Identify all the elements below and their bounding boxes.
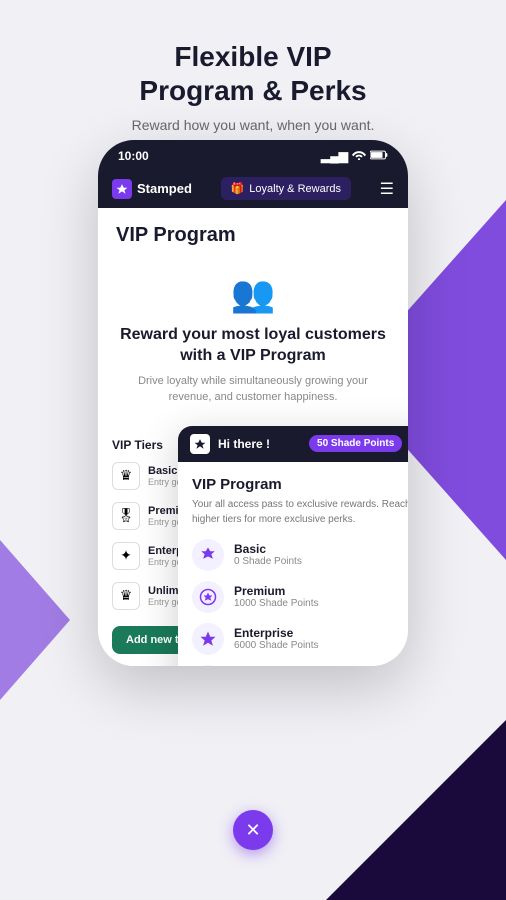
floating-close-button[interactable]: ✕ [233,810,273,850]
popup-tier-enterprise: Enterprise 6000 Shade Points [192,623,408,655]
nav-middle: 🎁 Loyalty & Rewards [200,177,372,200]
nav-logo-icon [112,179,132,199]
nav-loyalty-btn[interactable]: 🎁 Loyalty & Rewards [221,177,351,200]
popup-tier-premium: Premium 1000 Shade Points [192,581,408,613]
vip-popup: Hi there ! 50 Shade Points ✕ VIP Program… [178,426,408,666]
popup-tier-icon-unlimited [192,665,224,666]
popup-basic-name: Basic [234,542,302,556]
popup-body: VIP Program Your all access pass to excl… [178,462,408,666]
vip-hero-title: Reward your most loyal customers with a … [116,325,390,367]
nav-menu-icon[interactable]: ☰ [380,179,394,199]
header-section: Flexible VIP Program & Perks Reward how … [0,0,506,153]
popup-premium-name: Premium [234,584,319,598]
tier-icon-premium: 🎖 [112,502,140,530]
popup-tier-icon-basic [192,539,224,571]
popup-header: Hi there ! 50 Shade Points ✕ [178,426,408,462]
popup-basic-points: 0 Shade Points [234,556,302,567]
phone-mockup: 10:00 ▂▄▆ St [98,140,408,666]
popup-tier-basic: Basic 0 Shade Points [192,539,408,571]
popup-vip-desc: Your all access pass to exclusive reward… [192,497,408,527]
bg-decoration-left [0,540,70,700]
nav-loyalty-label: Loyalty & Rewards [249,183,341,195]
vip-hero-icon: 👥 [116,273,390,315]
header-subtitle: Reward how you want, when you want. [40,117,466,133]
header-title: Flexible VIP Program & Perks [40,40,466,107]
tier-icon-unlimited: ♛ [112,582,140,610]
popup-logo [190,434,210,454]
popup-points-badge: 50 Shade Points [309,435,402,452]
popup-greeting: Hi there ! [218,437,301,451]
floating-close-icon: ✕ [245,820,260,841]
popup-tier-unlimited: Unlimited 30,000 Shade Points Current [192,665,408,666]
vip-hero-desc: Drive loyalty while simultaneously growi… [116,373,390,406]
popup-enterprise-points: 6000 Shade Points [234,640,319,651]
bg-decoration-bottom [326,720,506,900]
page-title: VIP Program [116,224,390,247]
popup-enterprise-name: Enterprise [234,626,319,640]
nav-logo: Stamped [112,179,192,199]
tier-icon-basic: ♛ [112,462,140,490]
popup-tier-icon-enterprise [192,623,224,655]
phone-content: VIP Program 👥 Reward your most loyal cus… [98,208,408,416]
vip-hero: 👥 Reward your most loyal customers with … [116,263,390,416]
tier-icon-enterprise: ✦ [112,542,140,570]
phone-bottom: VIP Tiers ♛ Basic Entry goal: 🎖 Premium … [98,426,408,666]
gift-icon: 🎁 [231,182,245,195]
popup-tier-icon-premium [192,581,224,613]
popup-premium-points: 1000 Shade Points [234,598,319,609]
nav-brand: Stamped [137,181,192,196]
popup-vip-title: VIP Program [192,476,408,493]
nav-bar: Stamped 🎁 Loyalty & Rewards ☰ [98,169,408,208]
